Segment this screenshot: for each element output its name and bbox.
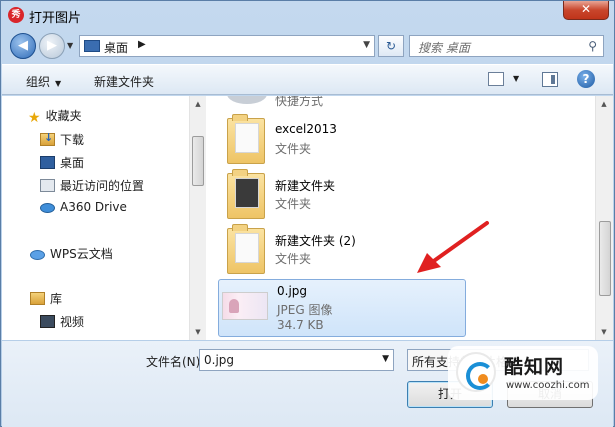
list-item[interactable]: excel2013 文件夹: [217, 114, 467, 170]
chevron-down-icon: ▼: [55, 79, 62, 88]
arrow-right-icon: ▶: [47, 38, 57, 53]
sidebar-item-desktop[interactable]: 桌面: [40, 154, 84, 174]
main-content: ★收藏夹 下载 桌面 最近访问的位置 A360 Drive WPS云文档 库 视…: [2, 96, 613, 340]
coozhi-logo-icon: [456, 352, 496, 392]
image-thumbnail: [222, 292, 268, 320]
open-image-dialog: 秀 打开图片 ✕ ◀ ▶ ▼ 桌面 ▶ ▼ ↻ 搜索 桌面 ⚲ 组织 ▼ 新建文件…: [0, 0, 615, 427]
desktop-icon: [84, 40, 100, 52]
close-button[interactable]: ✕: [563, 1, 609, 20]
view-options-icon[interactable]: [488, 72, 504, 86]
chevron-down-icon[interactable]: ▼: [382, 354, 389, 364]
address-dropdown-icon[interactable]: ▼: [363, 40, 370, 50]
wps-cloud-icon: [30, 250, 45, 260]
scroll-up-icon[interactable]: ▲: [190, 96, 206, 112]
chevron-right-icon[interactable]: ▶: [138, 39, 146, 50]
title-bar[interactable]: 秀 打开图片 ✕: [1, 1, 614, 29]
new-folder-button[interactable]: 新建文件夹: [94, 73, 154, 90]
app-logo-icon: 秀: [8, 7, 24, 23]
refresh-icon: ↻: [385, 39, 397, 53]
sidebar-item-downloads[interactable]: 下载: [40, 131, 84, 151]
filename-value[interactable]: 0.jpg: [204, 353, 234, 367]
video-icon: [40, 315, 55, 328]
search-input[interactable]: 搜索 桌面 ⚲: [409, 35, 604, 57]
sidebar-item-videos[interactable]: 视频: [40, 313, 84, 333]
watermark-url: www.coozhi.com: [506, 380, 590, 391]
folder-icon: [227, 224, 265, 274]
star-icon: ★: [28, 110, 41, 126]
annotation-arrow-icon: [417, 221, 489, 273]
scrollbar-thumb[interactable]: [192, 136, 204, 186]
forward-button[interactable]: ▶: [39, 33, 65, 59]
search-icon: ⚲: [588, 39, 597, 53]
folder-icon: [227, 169, 265, 219]
watermark-title: 酷知网: [504, 356, 565, 378]
list-item[interactable]: 新建文件夹 文件夹: [217, 169, 467, 225]
address-bar[interactable]: 桌面 ▶ ▼: [79, 35, 375, 57]
scroll-down-icon[interactable]: ▼: [596, 324, 612, 340]
shortcut-icon: [227, 96, 267, 104]
sidebar-item-libraries[interactable]: 库: [30, 290, 62, 310]
recent-pages-dropdown-icon[interactable]: ▼: [67, 41, 73, 50]
recent-places-icon: [40, 179, 55, 192]
sidebar-item-wps-cloud[interactable]: WPS云文档: [30, 245, 113, 265]
address-text[interactable]: 桌面: [104, 39, 128, 56]
filename-field[interactable]: 0.jpg ▼: [199, 349, 394, 371]
navigation-bar: ◀ ▶ ▼ 桌面 ▶ ▼ ↻ 搜索 桌面 ⚲: [1, 29, 614, 63]
sidebar-item-recent-places[interactable]: 最近访问的位置: [40, 177, 144, 197]
scroll-down-icon[interactable]: ▼: [190, 324, 206, 340]
navigation-pane: ★收藏夹 下载 桌面 最近访问的位置 A360 Drive WPS云文档 库 视…: [2, 96, 189, 340]
file-list-scrollbar[interactable]: ▲ ▼: [595, 96, 613, 340]
list-item-selected[interactable]: 0.jpg JPEG 图像 34.7 KB: [218, 279, 466, 337]
help-button[interactable]: ?: [577, 70, 595, 88]
navigation-scrollbar[interactable]: ▲ ▼: [189, 96, 206, 340]
command-toolbar: 组织 ▼ 新建文件夹 ▼ ?: [2, 64, 613, 95]
preview-pane-icon[interactable]: [542, 72, 558, 87]
back-button[interactable]: ◀: [10, 33, 36, 59]
sidebar-item-favorites[interactable]: ★ 收藏夹: [28, 107, 82, 127]
sidebar-item-a360-drive[interactable]: A360 Drive: [40, 200, 127, 220]
partial-item-label: 快捷方式: [275, 96, 324, 108]
folder-icon: [227, 114, 265, 164]
arrow-left-icon: ◀: [18, 38, 28, 53]
view-options-dropdown-icon[interactable]: ▼: [513, 74, 519, 83]
search-placeholder: 搜索 桌面: [418, 41, 470, 55]
download-folder-icon: [40, 131, 55, 146]
organize-button[interactable]: 组织 ▼: [26, 73, 61, 90]
window-title: 打开图片: [29, 11, 82, 26]
watermark-logo: 酷知网 www.coozhi.com: [448, 346, 598, 400]
scroll-up-icon[interactable]: ▲: [596, 96, 612, 112]
file-list: 快捷方式 excel2013 文件夹 新建文件夹 文件夹 新建文件夹 (2) 文…: [207, 96, 595, 340]
refresh-button[interactable]: ↻: [378, 35, 404, 57]
desktop-icon: [40, 156, 55, 169]
library-icon: [30, 292, 45, 305]
a360-cloud-icon: [40, 203, 55, 213]
filename-label: 文件名(N):: [146, 355, 205, 369]
scrollbar-thumb[interactable]: [599, 221, 611, 296]
